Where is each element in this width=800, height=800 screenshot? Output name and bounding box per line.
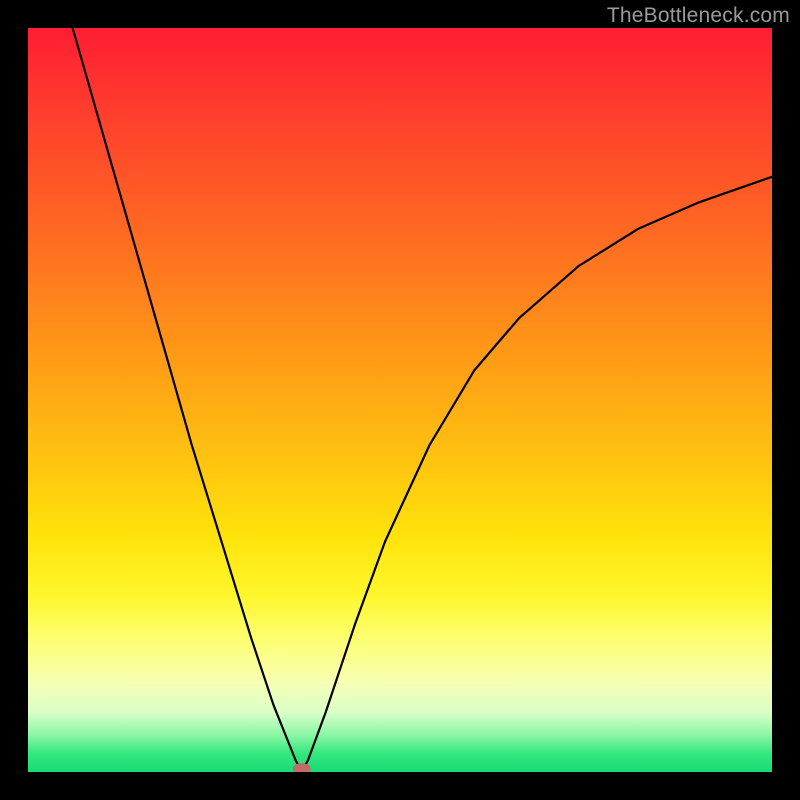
- plot-area: [28, 28, 772, 772]
- chart-frame: TheBottleneck.com: [0, 0, 800, 800]
- optimal-point-marker: [293, 763, 311, 772]
- bottleneck-curve: [73, 28, 772, 771]
- watermark-text: TheBottleneck.com: [607, 4, 790, 28]
- curve-layer: [28, 28, 772, 772]
